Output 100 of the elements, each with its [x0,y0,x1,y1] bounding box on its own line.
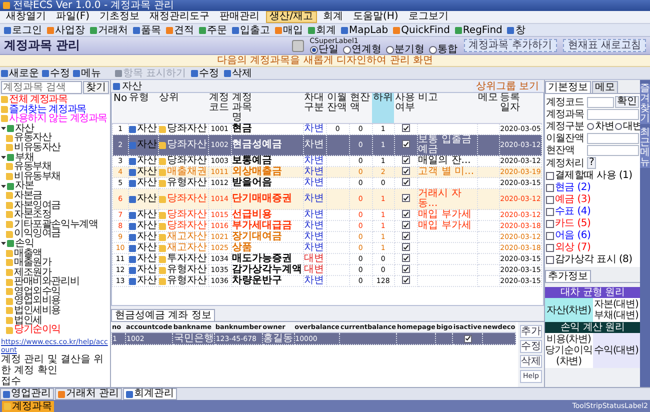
tree-item[interactable]: 제조원가 [14,268,52,278]
checkbox-label[interactable]: 현금 (2) [555,182,591,193]
checkbox-label[interactable]: 외상 (7) [555,242,591,253]
checkbox[interactable] [402,221,410,230]
expand-icon[interactable] [1,126,6,132]
radio-button[interactable]: 분기형 [386,44,425,54]
tree-item[interactable]: 기타포괄손익누계액 [14,220,98,230]
tree-item[interactable]: 매출액 [14,248,42,258]
tree-item[interactable]: 당기순이익 [14,325,61,335]
checkbox[interactable] [402,178,410,186]
checkbox[interactable] [546,184,554,192]
checkbox[interactable] [402,167,410,176]
tree-item[interactable]: 자본잉여금 [14,200,61,210]
toolbar-button[interactable]: 매입 [273,24,305,36]
side-button[interactable]: 삭제 [520,355,542,368]
expand-icon[interactable] [1,241,6,246]
tree-item[interactable]: 법인세 [14,316,42,326]
tree-item[interactable]: 비유동부채 [14,172,61,182]
tree-item[interactable]: 전체 계정과목 [9,95,68,105]
tree-item[interactable]: 판매비와관리비 [14,277,80,287]
group-button[interactable]: 상위그룹 보기 [472,80,542,92]
checkbox[interactable] [402,156,410,164]
tab[interactable]: 회계관리 [123,388,178,400]
tree-item[interactable]: 비유동자산 [14,142,61,153]
menu-item[interactable]: 생산/재고 [266,11,317,23]
toolbar-button[interactable]: 주문 [197,24,229,36]
dock-tab[interactable]: 즐겨찾기 [640,84,650,124]
search-button[interactable]: 찾기 [83,81,109,94]
toolbar-button[interactable]: 거래처 [88,24,130,36]
side-button[interactable]: 수정 [520,340,542,353]
toolbar-button[interactable]: 새로운 [0,68,40,78]
tree-item[interactable]: 자산 [15,124,34,134]
tab[interactable]: 추가정보 [545,270,591,282]
toolbar-button[interactable]: 입출고 [230,24,272,36]
menu-item[interactable]: 로그보기 [404,11,452,23]
menu-item[interactable]: 판매관리 [216,11,264,23]
toolbar-button[interactable]: 수정 [41,68,71,78]
panel-tab[interactable]: 현금성예금 계좌 정보 [111,309,216,321]
checkbox-label[interactable]: 카드 (5) [555,218,591,229]
tree-item[interactable]: 유동자산 [14,133,52,143]
toolbar-button[interactable]: 메뉴 [72,68,102,78]
input-field[interactable] [587,145,639,156]
tree-item[interactable]: 법인세비용 [14,306,61,316]
checkbox[interactable] [402,232,410,240]
toolbar-button[interactable]: QuickFind [391,24,452,36]
tree-item[interactable]: 이익잉여금 [14,229,61,239]
tree-item[interactable]: 자본금 [14,190,42,201]
toolbar-button[interactable]: 품목 [131,24,163,36]
checkbox[interactable] [402,194,410,202]
toolbar-button[interactable]: 사업장 [45,24,87,36]
checkbox[interactable] [546,256,554,264]
search-field[interactable]: 계정과목 검색 [1,81,82,94]
input-field[interactable] [587,96,614,108]
checkbox[interactable] [402,254,410,262]
input-field[interactable] [587,133,639,144]
task-tab[interactable]: 계정과목 [2,400,54,412]
checkbox[interactable] [546,232,554,240]
checkbox[interactable] [546,208,554,216]
checkbox[interactable] [464,334,472,343]
toolbar-button[interactable]: 창 [505,24,528,36]
checkbox[interactable] [402,124,410,132]
tree-item[interactable]: 매출원가 [14,258,52,268]
tree-item[interactable]: 손익 [15,238,34,248]
checkbox-label[interactable]: 예금 (3) [555,194,591,205]
help-button[interactable]: ? [587,157,596,169]
tree-item[interactable]: 유동부채 [14,162,52,172]
tab[interactable]: 거래처 관리 [55,388,122,400]
tree-item[interactable]: 즐겨찾는 계정과목 [9,104,86,114]
dock-tab[interactable]: 최근메뉴 [640,128,650,168]
tree-item[interactable]: 부채 [15,152,34,162]
menu-item[interactable]: 회계 [318,11,347,23]
checkbox[interactable] [546,196,554,204]
menu-item[interactable]: 새창열기 [2,11,50,23]
radio-button[interactable]: 단일 [310,44,339,54]
expand-icon[interactable] [1,154,6,160]
radio-button[interactable]: 연계형 [342,44,382,54]
tree-item[interactable]: 영업외수익 [14,286,61,296]
radio-button[interactable]: 차변 [587,122,614,132]
checkbox[interactable] [546,172,554,180]
expand-icon[interactable] [1,184,6,189]
checkbox-label[interactable]: 결제할때 사용 (1) [555,170,632,181]
tab[interactable]: 영업관리 [0,388,54,400]
input-field[interactable] [587,109,639,120]
menu-item[interactable]: 재정관리도구 [146,11,214,23]
checkbox[interactable] [402,140,410,148]
header-button[interactable]: 현재표 새로고침 [562,39,646,52]
header-button[interactable]: 계정과목 추가하기 [464,39,557,52]
toolbar-button[interactable]: 수정 [190,68,220,78]
checkbox[interactable] [402,265,410,274]
toolbar-button[interactable]: RegFind [452,24,504,36]
menu-item[interactable]: 파일(F) [52,11,94,23]
tree-item[interactable]: 자본조정 [14,210,52,220]
tab[interactable]: 기본정보 [545,81,591,93]
tree-item[interactable]: 영업외비용 [14,296,61,306]
tab[interactable]: 메모 [592,81,618,93]
checkbox[interactable] [546,244,554,252]
menu-item[interactable]: 기초정보 [96,11,144,23]
toolbar-button[interactable]: 로그인 [2,24,44,36]
checkbox-label[interactable]: 수표 (4) [555,206,591,217]
checkbox[interactable] [546,220,554,228]
